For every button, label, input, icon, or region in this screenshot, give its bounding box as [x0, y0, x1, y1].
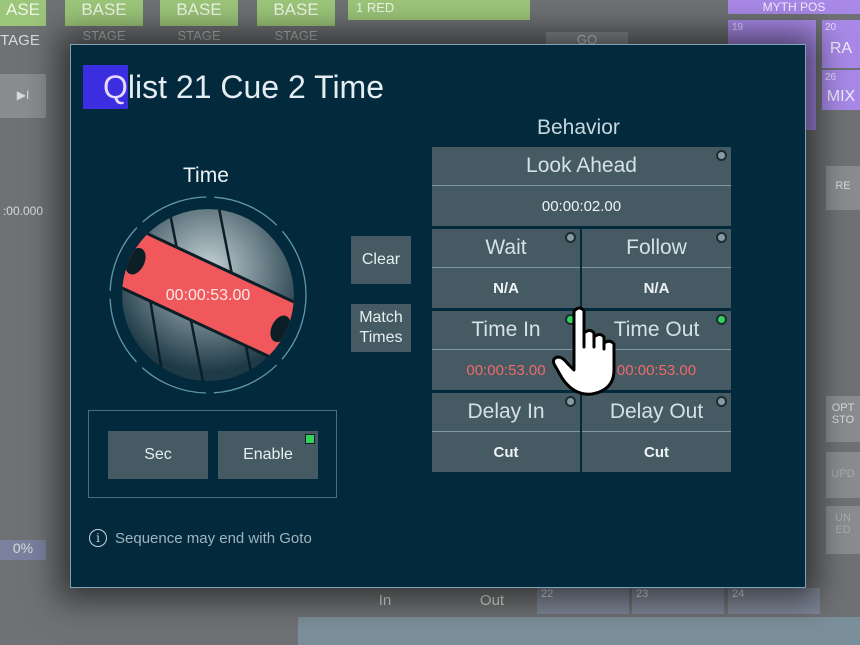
match-times-button[interactable]: Match Times [351, 304, 411, 352]
bg-re-button[interactable]: RE [826, 166, 860, 210]
bg-stage: TAGE [0, 32, 40, 49]
sec-button[interactable]: Sec [108, 431, 208, 479]
bg-red-tile[interactable]: 1 RED [348, 0, 530, 20]
look-ahead-cell[interactable]: Look Ahead 00:00:02.00 [432, 147, 731, 226]
bg-stage: STAGE [274, 28, 318, 43]
indicator-icon [716, 232, 727, 243]
info-note: i Sequence may end with Goto [89, 529, 312, 547]
bg-tile[interactable]: BASE [65, 0, 143, 26]
enable-button[interactable]: Enable [218, 431, 318, 479]
bg-upd-button[interactable]: UPD [826, 452, 860, 498]
note-text: Sequence may end with Goto [115, 529, 312, 547]
bg-bottom-tile-23[interactable]: 23 [632, 588, 724, 614]
delay-out-label: Delay Out [582, 393, 731, 432]
bg-tile-20[interactable]: 20 RA [822, 20, 860, 68]
bg-percent: 0% [0, 540, 46, 560]
indicator-icon [565, 396, 576, 407]
delay-in-label: Delay In [432, 393, 580, 432]
dial-value: 00:00:53.00 [165, 287, 251, 304]
follow-label: Follow [582, 229, 731, 268]
indicator-icon [565, 232, 576, 243]
delay-in-value: Cut [493, 443, 519, 461]
delay-out-value: Cut [644, 443, 669, 461]
delay-in-cell[interactable]: Delay In Cut [432, 393, 580, 472]
bg-tile[interactable]: BASE [257, 0, 335, 26]
title-text: list 21 Cue 2 Time [127, 69, 384, 105]
info-icon: i [89, 529, 107, 547]
behavior-title: Behavior [537, 116, 620, 139]
wait-value: N/A [493, 279, 519, 297]
time-section-title: Time [183, 164, 229, 187]
bg-myth[interactable]: MYTH POS [728, 0, 860, 14]
tile-label: RA [829, 40, 853, 57]
enable-indicator-icon [305, 434, 315, 444]
bg-tile-26[interactable]: 26 MIX [822, 70, 860, 110]
look-ahead-label: Look Ahead [432, 147, 731, 186]
bg-in: In [378, 592, 392, 609]
look-ahead-value: 00:00:02.00 [541, 197, 622, 215]
bg-tile[interactable]: BASE [160, 0, 238, 26]
bg-un: UN [835, 512, 851, 524]
bg-opt-button[interactable]: OPT STO [826, 396, 860, 442]
bg-stage: STAGE [82, 28, 126, 43]
clear-button[interactable]: Clear [351, 236, 411, 284]
bg-ed: ED [835, 524, 851, 536]
wait-cell[interactable]: Wait N/A [432, 229, 580, 308]
bg-bottom-bar [298, 617, 860, 645]
dialog-title: Qlist 21 Cue 2 Time [83, 65, 384, 109]
wait-label: Wait [432, 229, 580, 268]
cue-time-dialog: Qlist 21 Cue 2 Time Time 00:00:53.00 Cle… [70, 44, 806, 588]
bg-bottom-tile-24[interactable]: 24 [728, 588, 820, 614]
tile-number: 26 [825, 72, 837, 83]
bg-time: :00.000 [2, 204, 44, 218]
indicator-icon [716, 396, 727, 407]
title-highlight: Q [83, 65, 128, 109]
bg-bottom-tile-22[interactable]: 22 [537, 588, 629, 614]
bg-opt: OPT [831, 402, 855, 414]
bg-play-button[interactable]: ▶I [0, 74, 46, 118]
bg-tile[interactable]: ASE [0, 0, 46, 26]
hand-cursor-icon [552, 306, 616, 396]
bg-out: Out [479, 592, 505, 609]
indicator-on-icon [716, 314, 727, 325]
bg-un-ed-button[interactable]: UN ED [826, 506, 860, 554]
tile-label: MIX [826, 88, 856, 105]
follow-cell[interactable]: Follow N/A [582, 229, 731, 308]
bg-stage: STAGE [177, 28, 221, 43]
follow-value: N/A [643, 279, 670, 297]
bg-sto: STO [831, 414, 855, 426]
tile-number: 19 [732, 22, 744, 33]
indicator-icon [716, 150, 727, 161]
enable-label: Enable [243, 446, 293, 463]
tile-number: 20 [825, 22, 837, 33]
delay-out-cell[interactable]: Delay Out Cut [582, 393, 731, 472]
